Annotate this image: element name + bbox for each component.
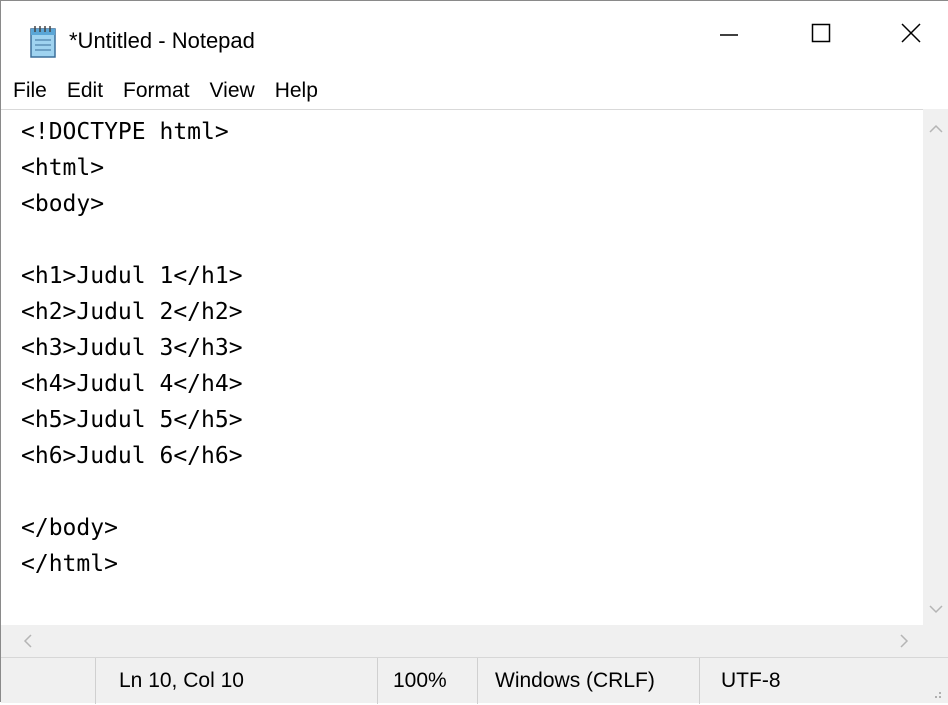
status-cursor-position: Ln 10, Col 10 bbox=[119, 669, 244, 692]
menu-format[interactable]: Format bbox=[113, 79, 200, 103]
scrollbar-corner bbox=[923, 625, 948, 657]
editor-line: <h6>Judul 6</h6> bbox=[21, 443, 243, 469]
window-title: *Untitled - Notepad bbox=[69, 28, 255, 53]
title-bar[interactable]: *Untitled - Notepad bbox=[1, 1, 948, 69]
minimize-icon bbox=[719, 23, 739, 48]
status-divider bbox=[95, 658, 96, 704]
scroll-up-icon[interactable] bbox=[929, 121, 943, 139]
menu-bar: File Edit Format View Help bbox=[1, 73, 948, 109]
editor-line: <h3>Judul 3</h3> bbox=[21, 335, 243, 361]
maximize-icon bbox=[811, 23, 831, 48]
maximize-button[interactable] bbox=[775, 1, 867, 69]
scroll-left-icon[interactable] bbox=[23, 634, 33, 653]
close-icon bbox=[901, 22, 921, 48]
menu-edit[interactable]: Edit bbox=[57, 79, 113, 103]
editor-line: </body> bbox=[21, 515, 118, 541]
text-editor-area[interactable]: <!DOCTYPE html> <html> <body> <h1>Judul … bbox=[1, 109, 923, 625]
scroll-down-icon[interactable] bbox=[929, 601, 943, 619]
horizontal-scrollbar[interactable] bbox=[1, 625, 923, 657]
notepad-icon bbox=[29, 25, 59, 59]
status-bar: Ln 10, Col 10 100% Windows (CRLF) UTF-8 bbox=[1, 657, 948, 705]
editor-line: <h1>Judul 1</h1> bbox=[21, 263, 243, 289]
menu-help[interactable]: Help bbox=[265, 79, 328, 103]
editor-line: <body> bbox=[21, 191, 105, 217]
menu-file[interactable]: File bbox=[1, 79, 57, 103]
vertical-scrollbar[interactable] bbox=[923, 109, 948, 625]
editor-line: <h2>Judul 2</h2> bbox=[21, 299, 243, 325]
status-divider bbox=[699, 658, 700, 704]
status-encoding: UTF-8 bbox=[721, 669, 781, 692]
notepad-window: *Untitled - Notepad File Edit Format Vie… bbox=[0, 0, 948, 705]
editor-line: <h5>Judul 5</h5> bbox=[21, 407, 243, 433]
status-divider bbox=[477, 658, 478, 704]
status-divider bbox=[377, 658, 378, 704]
minimize-button[interactable] bbox=[683, 1, 775, 69]
editor-line: </html> bbox=[21, 551, 118, 577]
status-zoom: 100% bbox=[393, 669, 447, 692]
editor-line: <h4>Judul 4</h4> bbox=[21, 371, 243, 397]
editor-line: <!DOCTYPE html> bbox=[21, 119, 229, 145]
status-line-ending: Windows (CRLF) bbox=[495, 669, 655, 692]
close-button[interactable] bbox=[865, 1, 948, 69]
menu-view[interactable]: View bbox=[200, 79, 265, 103]
scroll-right-icon[interactable] bbox=[899, 634, 909, 653]
editor-line: <html> bbox=[21, 155, 105, 181]
resize-grip-icon[interactable] bbox=[929, 686, 943, 705]
